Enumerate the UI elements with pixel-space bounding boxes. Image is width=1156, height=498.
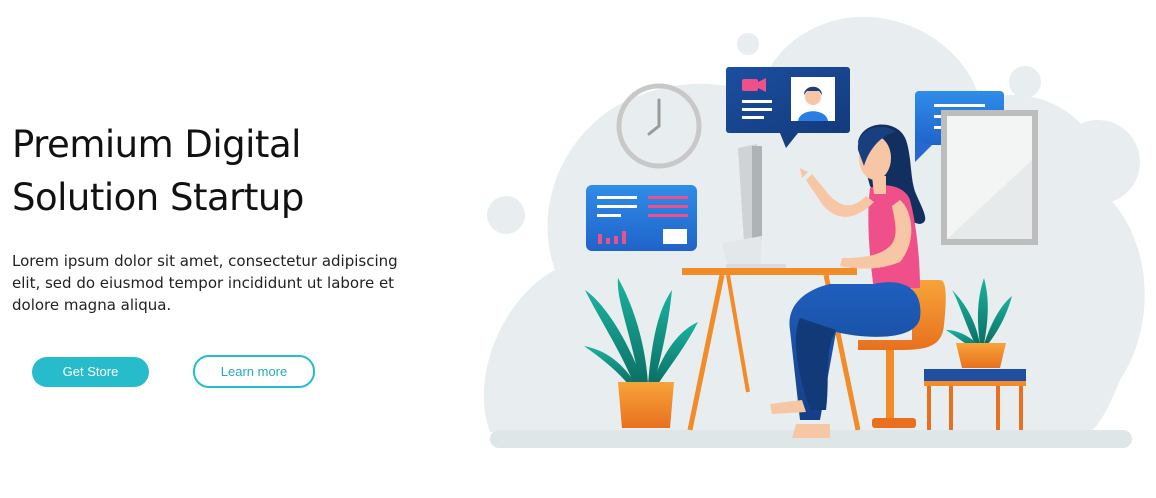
get-store-button[interactable]: Get Store xyxy=(32,356,149,387)
hero-illustration xyxy=(483,16,1145,448)
user-avatar-icon xyxy=(791,77,835,121)
picture-frame-icon xyxy=(941,110,1038,245)
hero-description: Lorem ipsum dolor sit amet, consectetur … xyxy=(12,252,398,314)
hero-title-line-1: Premium Digital xyxy=(12,123,301,166)
hero-title: Premium Digital Solution Startup xyxy=(12,118,372,224)
learn-more-button[interactable]: Learn more xyxy=(193,355,315,388)
dashboard-card-icon xyxy=(586,185,697,251)
hero-title-line-2: Solution Startup xyxy=(12,176,304,219)
hero-text-block: Premium Digital Solution Startup Lorem i… xyxy=(12,118,432,316)
hero-actions: Get Store Learn more xyxy=(32,355,315,388)
video-camera-icon xyxy=(742,78,766,92)
